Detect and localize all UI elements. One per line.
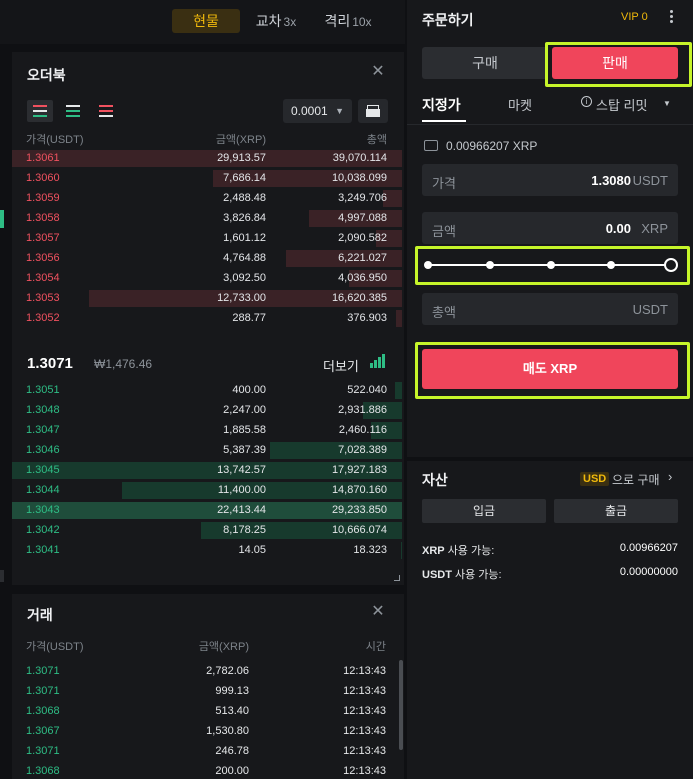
ask-row[interactable]: 1.3058 3,826.84 4,997.088: [12, 208, 404, 228]
orderbook-panel: 오더북 ✕ 0.0001 ▼ 가격(USDT) 금액(XRP) 총액 1.306…: [12, 52, 404, 585]
order-panel: 주문하기 VIP 0 구매 판매 지정가 마켓 i 스탑 리밋 ▼ 0.0096…: [407, 0, 693, 779]
view-bids-icon[interactable]: [60, 100, 86, 122]
order-panel-title: 주문하기: [422, 12, 474, 28]
bid-row[interactable]: 1.3042 8,178.25 10,666.074: [12, 520, 404, 540]
active-tab-underline: [422, 120, 466, 122]
column-header-price: 가격(USDT): [26, 641, 84, 653]
bid-row[interactable]: 1.3045 13,742.57 17,927.183: [12, 460, 404, 480]
info-icon[interactable]: i: [581, 96, 592, 107]
total-input[interactable]: 총액 USDT: [422, 293, 678, 325]
bid-row[interactable]: 1.3043 22,413.44 29,233.850: [12, 500, 404, 520]
close-icon[interactable]: ✕: [371, 604, 385, 620]
deposit-button[interactable]: 입금: [422, 499, 546, 523]
buy-with-link[interactable]: 으로 구매: [612, 471, 660, 488]
tab-stop-limit[interactable]: 스탑 리밋: [596, 95, 647, 114]
slider-step-50[interactable]: [547, 261, 555, 269]
view-asks-icon[interactable]: [93, 100, 119, 122]
sell-tab[interactable]: 판매: [552, 47, 678, 79]
trade-row: 1.3068 200.00 12:13:43: [26, 765, 386, 777]
bid-row[interactable]: 1.3051 400.00 522.040: [12, 380, 404, 400]
trades-title: 거래: [27, 607, 53, 623]
more-link[interactable]: 더보기: [323, 356, 359, 375]
tab-cross[interactable]: 교차 3x: [246, 9, 306, 33]
ask-row[interactable]: 1.3053 12,733.00 16,620.385: [12, 288, 404, 308]
column-header-total: 총액: [366, 134, 387, 146]
bid-row[interactable]: 1.3046 5,387.39 7,028.389: [12, 440, 404, 460]
orderbook-settings-icon[interactable]: [358, 99, 388, 123]
ask-row[interactable]: 1.3052 288.77 376.903: [12, 308, 404, 328]
tab-isolated[interactable]: 격리 10x: [312, 9, 384, 33]
ask-row[interactable]: 1.3060 7,686.14 10,038.099: [12, 168, 404, 188]
signal-bars-icon: [370, 354, 386, 368]
bid-row[interactable]: 1.3044 11,400.00 14,870.160: [12, 480, 404, 500]
slider-step-25[interactable]: [486, 261, 494, 269]
amount-input[interactable]: 금액 0.00 XRP: [422, 212, 678, 244]
trade-row: 1.3071 2,782.06 12:13:43: [26, 665, 386, 677]
bid-row[interactable]: 1.3047 1,885.58 2,460.116: [12, 420, 404, 440]
trade-row: 1.3071 246.78 12:13:43: [26, 745, 386, 757]
last-price-row: 1.3071 ₩1,476.46 더보기: [12, 351, 404, 377]
depth-bar: [396, 310, 402, 327]
column-header-price: 가격(USDT): [26, 134, 84, 146]
currency-badge[interactable]: USD: [580, 472, 610, 486]
left-edge-marker: [0, 210, 4, 228]
divider: [407, 124, 693, 125]
last-price-krw: ₩1,476.46: [94, 357, 153, 371]
more-options-icon[interactable]: [670, 9, 674, 25]
sell-xrp-button[interactable]: 매도 XRP: [422, 349, 678, 389]
resize-handle-icon[interactable]: [394, 575, 400, 581]
slider-handle[interactable]: [664, 258, 678, 272]
tab-market[interactable]: 마켓: [508, 95, 532, 114]
column-header-amount: 금액(XRP): [215, 134, 266, 146]
ask-row[interactable]: 1.3056 4,764.88 6,221.027: [12, 248, 404, 268]
chevron-right-icon[interactable]: ›: [668, 469, 672, 484]
depth-bar: [395, 382, 402, 399]
close-icon[interactable]: ✕: [371, 64, 385, 80]
ask-row[interactable]: 1.3057 1,601.12 2,090.582: [12, 228, 404, 248]
withdraw-button[interactable]: 출금: [554, 499, 678, 523]
margin-mode-tabs: 현물 교차 3x 격리 10x: [0, 0, 405, 44]
vip-badge: VIP 0: [621, 11, 648, 23]
assets-title: 자산: [422, 472, 448, 488]
buy-tab[interactable]: 구매: [422, 47, 548, 79]
trade-row: 1.3067 1,530.80 12:13:43: [26, 725, 386, 737]
ask-row[interactable]: 1.3059 2,488.48 3,249.706: [12, 188, 404, 208]
ask-row[interactable]: 1.3054 3,092.50 4,036.950: [12, 268, 404, 288]
chevron-down-icon: ▼: [335, 106, 344, 116]
tab-limit[interactable]: 지정가: [422, 95, 461, 115]
column-header-amount: 금액(XRP): [198, 641, 249, 653]
chevron-down-icon[interactable]: ▼: [663, 99, 671, 108]
section-divider: [407, 457, 693, 461]
view-both-icon[interactable]: [27, 100, 53, 122]
bid-row[interactable]: 1.3048 2,247.00 2,931.886: [12, 400, 404, 420]
slider-step-75[interactable]: [607, 261, 615, 269]
tab-spot[interactable]: 현물: [172, 9, 240, 33]
ask-row[interactable]: 1.3061 29,913.57 39,070.114: [12, 148, 404, 168]
depth-bar: [401, 542, 402, 559]
scrollbar[interactable]: [399, 660, 403, 750]
left-edge-marker: [0, 570, 4, 582]
orderbook-title: 오더북: [27, 67, 66, 83]
trades-panel: 거래 ✕ 가격(USDT) 금액(XRP) 시간 1.3071 2,782.06…: [12, 594, 404, 779]
wallet-icon: [424, 140, 438, 151]
available-balance: 0.00966207 XRP: [446, 139, 538, 153]
price-input[interactable]: 가격 1.3080 USDT: [422, 164, 678, 196]
trade-row: 1.3068 513.40 12:13:43: [26, 705, 386, 717]
column-header-time: 시간: [365, 641, 386, 653]
trade-row: 1.3071 999.13 12:13:43: [26, 685, 386, 697]
last-price: 1.3071: [27, 355, 73, 372]
bid-row[interactable]: 1.3041 14.05 18.323: [12, 540, 404, 560]
precision-select[interactable]: 0.0001 ▼: [283, 99, 352, 123]
slider-step-0[interactable]: [424, 261, 432, 269]
